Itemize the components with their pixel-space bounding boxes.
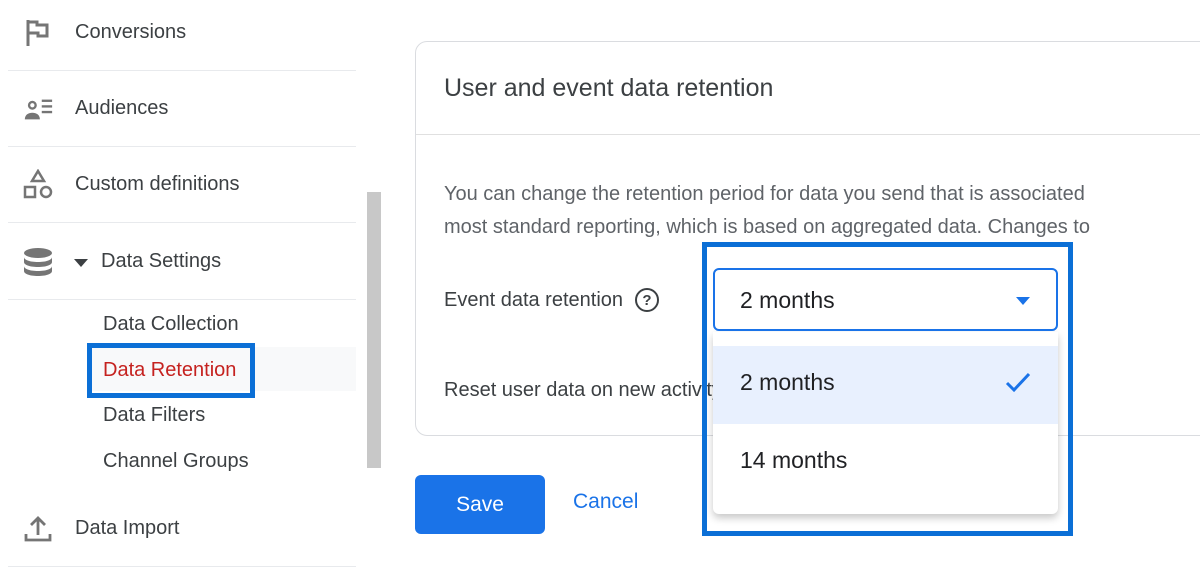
sidebar: Conversions Audiences Custom definitions… (0, 0, 360, 586)
card-description: You can change the retention period for … (444, 178, 1200, 244)
caret-down-icon[interactable] (74, 259, 88, 267)
event-retention-field: Event data retention ? (444, 288, 660, 312)
audience-list-icon (22, 93, 54, 125)
sidebar-item-data-settings[interactable]: Data Settings (8, 224, 356, 300)
sidebar-item-audiences[interactable]: Audiences (8, 71, 356, 147)
event-retention-select[interactable]: 2 months (713, 268, 1058, 331)
help-circle-icon[interactable]: ? (635, 288, 660, 312)
card-divider (416, 134, 1200, 135)
description-line: You can change the retention period for … (444, 183, 1085, 205)
sidebar-item-conversions[interactable]: Conversions (8, 0, 356, 71)
sidebar-item-label: Data Settings (101, 250, 222, 272)
cancel-button[interactable]: Cancel (573, 490, 638, 514)
reset-user-data-label: Reset user data on new activity (444, 379, 722, 401)
card-title: User and event data retention (444, 74, 774, 102)
annotation-highlight-box (87, 343, 255, 398)
flag-icon (22, 17, 54, 49)
sidebar-scrollbar[interactable] (367, 192, 381, 468)
sidebar-item-label: Audiences (75, 97, 169, 119)
database-icon (22, 246, 54, 278)
retention-options-menu: 2 months 14 months (713, 332, 1058, 514)
select-value: 2 months (740, 287, 835, 313)
upload-icon (22, 513, 54, 545)
sidebar-item-custom-definitions[interactable]: Custom definitions (8, 147, 356, 223)
dropdown-arrow-icon (1016, 297, 1030, 305)
shapes-icon (22, 168, 54, 201)
sidebar-item-label: Conversions (75, 21, 187, 43)
option-label: 2 months (740, 369, 835, 395)
sidebar-item-label: Data Import (75, 517, 180, 539)
option-14-months[interactable]: 14 months (713, 424, 1058, 502)
sidebar-subitem-data-collection[interactable]: Data Collection (103, 301, 239, 347)
sidebar-item-data-import[interactable]: Data Import (8, 491, 356, 567)
save-button[interactable]: Save (415, 475, 545, 534)
description-line: most standard reporting, which is based … (444, 216, 1090, 238)
checkmark-icon (1004, 368, 1032, 396)
sidebar-subitem-data-filters[interactable]: Data Filters (103, 392, 205, 438)
event-retention-label: Event data retention (444, 288, 624, 311)
option-label: 14 months (740, 447, 848, 473)
sidebar-item-label: Custom definitions (75, 173, 240, 195)
sidebar-subitem-channel-groups[interactable]: Channel Groups (103, 438, 249, 484)
option-2-months[interactable]: 2 months (713, 346, 1058, 424)
